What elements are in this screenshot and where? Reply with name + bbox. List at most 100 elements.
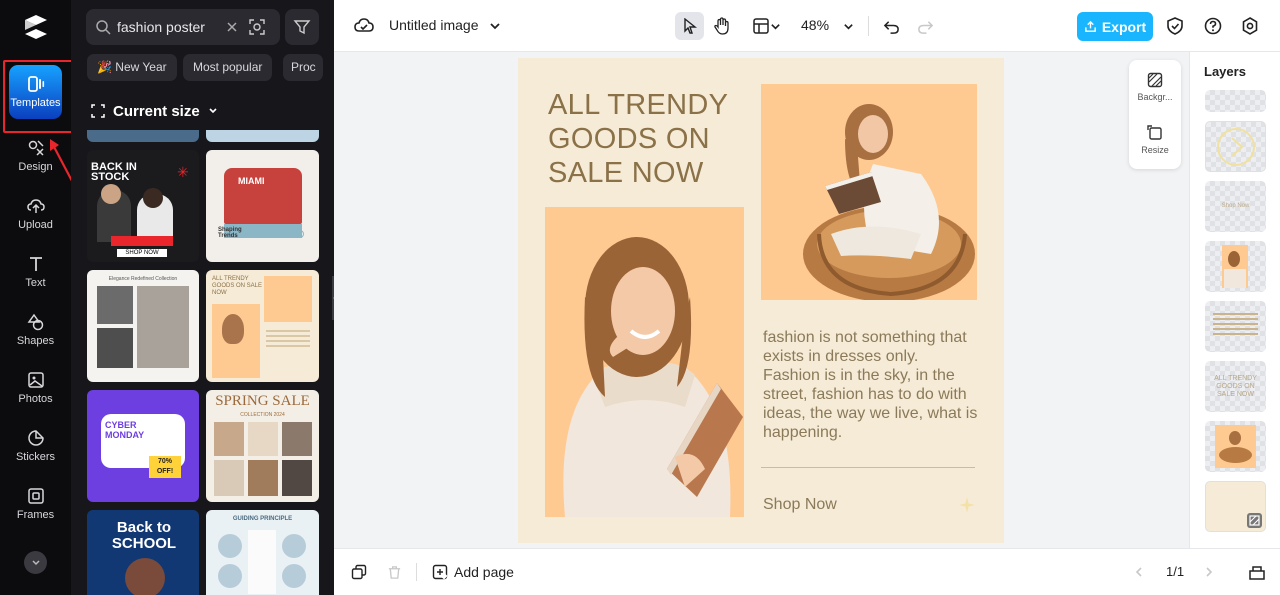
rail-item-label: Text [25, 277, 46, 289]
background-icon [1147, 72, 1163, 88]
layer-item[interactable] [1205, 121, 1266, 172]
canvas-quick-panel: Backgr... Resize [1129, 60, 1181, 169]
pages-icon [1249, 566, 1265, 580]
photo-woman-reading-chair[interactable] [761, 84, 977, 300]
layer-item[interactable] [1205, 241, 1266, 292]
document-title[interactable]: Untitled image [389, 17, 479, 33]
chip-most-popular[interactable]: Most popular [183, 54, 273, 81]
photos-icon [27, 372, 44, 388]
rail-item-label: Stickers [15, 451, 56, 463]
search-input[interactable] [117, 9, 217, 45]
rail-item-stickers[interactable]: Stickers [4, 420, 67, 472]
thumb-text: Back to SCHOOL [111, 519, 177, 552]
app-window: Templates Design Upload Text Shapes Phot… [0, 0, 1280, 595]
clear-icon[interactable] [224, 19, 240, 35]
layer-item[interactable] [1205, 421, 1266, 472]
photo-woman-smiling-book[interactable] [545, 207, 744, 517]
next-page-button[interactable] [1196, 559, 1222, 585]
poster-divider [761, 467, 975, 468]
gear-icon [1242, 17, 1258, 35]
app-logo-icon[interactable] [22, 14, 50, 40]
size-selector[interactable]: Current size [91, 101, 218, 121]
background-button[interactable]: Backgr... [1129, 72, 1181, 102]
chevron-down-icon[interactable] [482, 13, 508, 39]
search-box[interactable] [86, 9, 280, 45]
help-icon [1204, 17, 1222, 35]
help-button[interactable] [1200, 13, 1226, 39]
artboard[interactable]: ALL TRENDY GOODS ON SALE NOW fashion is … [518, 58, 1004, 543]
rail-item-shapes[interactable]: Shapes [4, 304, 67, 356]
shield-button[interactable] [1162, 13, 1188, 39]
thumb-text: Elegance Redefined Collection [108, 276, 178, 282]
design-icon [28, 140, 44, 156]
add-page-icon [432, 564, 448, 580]
template-thumbnail[interactable]: BACK IN STOCK ✳ SHOP NOW [87, 150, 199, 262]
poster-cta[interactable]: Shop Now [763, 496, 837, 514]
rail-item-upload[interactable]: Upload [4, 188, 67, 240]
layer-item[interactable] [1205, 90, 1266, 112]
chevron-down-icon[interactable] [767, 13, 783, 39]
rail-item-photos[interactable]: Photos [4, 362, 67, 414]
prev-page-button[interactable] [1126, 559, 1152, 585]
canvas-workspace: ALL TRENDY GOODS ON SALE NOW fashion is … [334, 52, 1189, 548]
template-thumbnail[interactable]: CYBER MONDAY 70% OFF! [87, 390, 199, 502]
chip-new-year[interactable]: 🎉 New Year [87, 54, 177, 81]
settings-button[interactable] [1237, 13, 1263, 39]
rail-item-frames[interactable]: Frames [4, 478, 67, 530]
resize-button[interactable]: Resize [1129, 125, 1181, 155]
cloud-save-icon[interactable] [351, 13, 377, 39]
image-search-icon[interactable] [248, 18, 266, 36]
poster-headline[interactable]: ALL TRENDY GOODS ON SALE NOW [548, 88, 758, 190]
template-thumbnail[interactable]: MIAMI Shaping Trends [206, 150, 319, 262]
template-thumbnail[interactable]: Elegance Redefined Collection [87, 270, 199, 382]
resize-icon [1147, 125, 1162, 140]
pages-panel-button[interactable] [1244, 559, 1270, 585]
layer-item[interactable]: ALL TRENDY GOODS ON SALE NOW [1205, 361, 1266, 412]
top-toolbar: Untitled image 48% Export [334, 0, 1280, 52]
rail-item-label: Photos [18, 393, 53, 405]
template-thumbnail[interactable]: ALL TRENDY GOODS ON SALE NOW [206, 270, 319, 382]
shapes-icon [27, 313, 43, 331]
add-page-button[interactable]: Add page [432, 563, 514, 581]
duplicate-page-button[interactable] [346, 559, 372, 585]
chevron-right-icon [1206, 567, 1213, 577]
template-thumbnail[interactable] [87, 130, 199, 142]
select-tool-button[interactable] [675, 12, 704, 40]
background-label: Backgr... [1137, 92, 1173, 102]
template-thumbnail[interactable]: Back to SCHOOL [87, 510, 199, 595]
zoom-level[interactable]: 48% [801, 17, 829, 33]
thumb-text: BACK IN STOCK [91, 161, 137, 183]
layer-item[interactable]: Shop Now [1205, 181, 1266, 232]
thumb-text: GUIDING PRINCIPLE [232, 516, 293, 522]
chip-product[interactable]: Proc [283, 54, 323, 81]
filter-button[interactable] [285, 9, 319, 45]
template-thumbnail[interactable]: SPRING SALE COLLECTION 2024 [206, 390, 319, 502]
chevron-down-icon[interactable] [840, 13, 856, 39]
undo-button[interactable] [878, 13, 904, 39]
thumb-text: SHOP NOW [117, 249, 167, 257]
hand-tool-button[interactable] [709, 13, 735, 39]
layer-item[interactable] [1205, 301, 1266, 352]
stickers-icon [27, 430, 44, 446]
poster-body-text[interactable]: fashion is not something that exists in … [763, 328, 978, 442]
search-bar [86, 9, 334, 45]
layer-item[interactable] [1205, 481, 1266, 532]
more-chevron-icon[interactable] [24, 551, 47, 574]
export-button[interactable]: Export [1077, 12, 1153, 41]
add-page-label: Add page [454, 564, 514, 580]
rail-item-label: Templates [10, 97, 61, 109]
rail-item-templates[interactable]: Templates [9, 65, 62, 119]
delete-page-button[interactable] [381, 559, 407, 585]
divider [416, 563, 417, 581]
frames-icon [27, 488, 44, 504]
template-thumbnail[interactable]: GUIDING PRINCIPLE [206, 510, 319, 595]
template-thumbnail[interactable] [206, 130, 319, 142]
thumb-text: CYBER MONDAY [105, 420, 145, 440]
rail-item-text[interactable]: Text [4, 246, 67, 298]
chevron-left-icon [1135, 567, 1142, 577]
undo-icon [883, 20, 899, 34]
shield-icon [1167, 17, 1183, 35]
rail-item-design[interactable]: Design [4, 130, 67, 182]
redo-button[interactable] [912, 13, 938, 39]
thumb-text: COLLECTION 2024 [240, 412, 285, 418]
